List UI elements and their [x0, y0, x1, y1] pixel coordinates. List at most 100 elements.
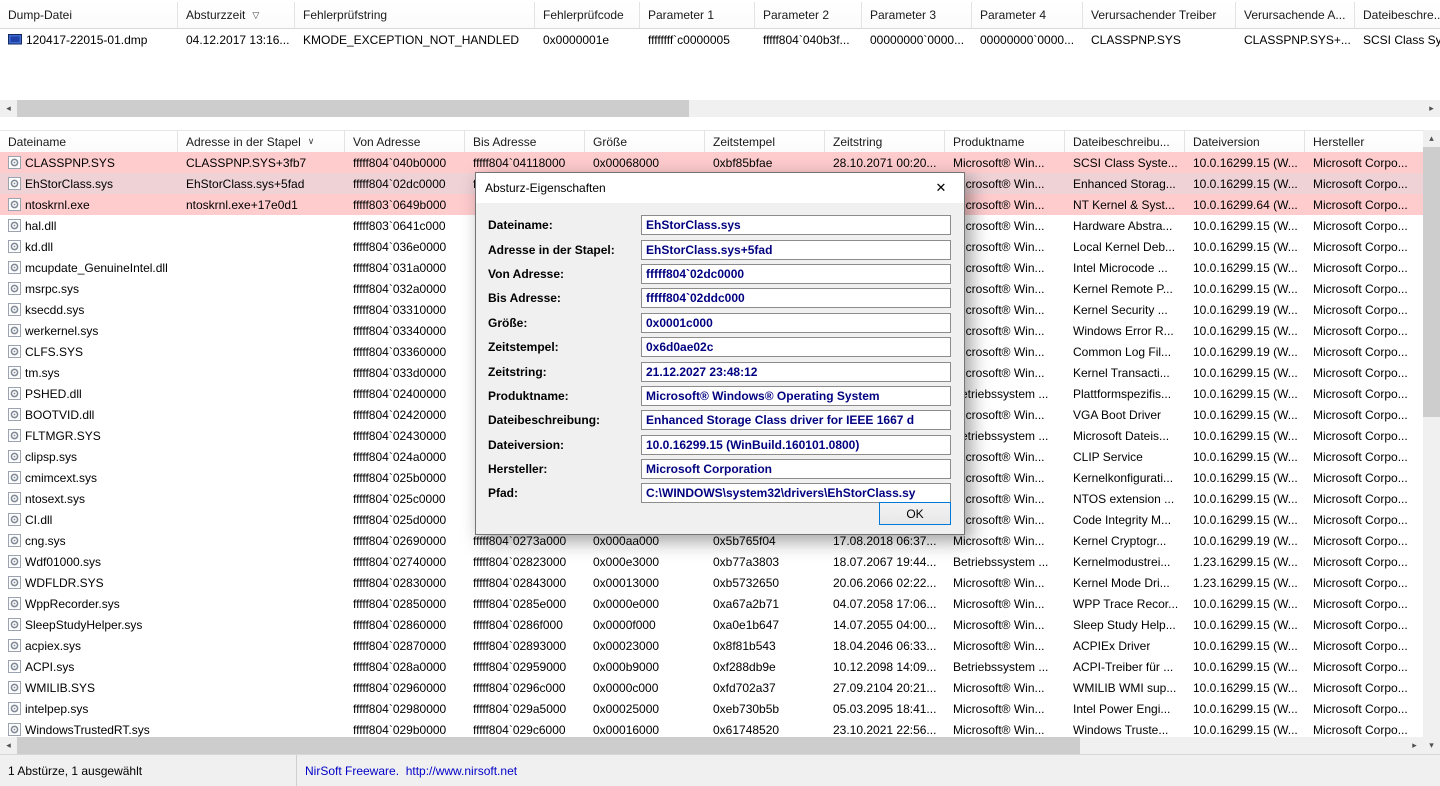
cell: [178, 530, 345, 551]
column-header-bis-adresse[interactable]: Bis Adresse: [465, 131, 585, 153]
field-value-box[interactable]: Enhanced Storage Class driver for IEEE 1…: [641, 410, 951, 431]
field-value-box[interactable]: 0x6d0ae02c: [641, 337, 951, 358]
field-value-box[interactable]: 10.0.16299.15 (WinBuild.160101.0800): [641, 434, 951, 455]
cell: 27.09.2104 20:21...: [825, 677, 945, 698]
table-row[interactable]: WindowsTrustedRT.sys fffff804`029b0000 fff…: [0, 719, 1423, 737]
field-value-box[interactable]: Microsoft® Windows® Operating System: [641, 385, 951, 406]
ok-button[interactable]: OK: [879, 502, 951, 525]
cell-text: 0xb77a3803: [713, 554, 780, 569]
column-header-verursachender-treiber[interactable]: Verursachender Treiber: [1083, 2, 1236, 29]
cell: [178, 299, 345, 320]
column-header-zeitstempel[interactable]: Zeitstempel: [705, 131, 825, 153]
scrollbar-thumb[interactable]: [17, 100, 689, 117]
column-header-verursachende-a[interactable]: Verursachende A...: [1236, 2, 1355, 29]
driver-file-icon: [8, 198, 21, 211]
upper-horizontal-scrollbar[interactable]: ◂ ▸: [0, 100, 1440, 117]
field-value-box[interactable]: C:\WINDOWS\system32\drivers\EhStorClass.…: [641, 483, 951, 504]
lower-horizontal-scrollbar[interactable]: ◂ ▸: [0, 737, 1423, 754]
scrollbar-thumb[interactable]: [17, 737, 1080, 754]
cell-text: fffff804`02893000: [473, 638, 567, 653]
column-header-dateiversion[interactable]: Dateiversion: [1185, 131, 1305, 153]
column-header-von-adresse[interactable]: Von Adresse: [345, 131, 465, 153]
field-value-box[interactable]: fffff804`02dc0000: [641, 263, 951, 284]
cell-text: Microsoft® Win...: [953, 344, 1045, 359]
scroll-down-icon[interactable]: ▾: [1423, 737, 1440, 754]
cell: Microsoft Corpo...: [1305, 152, 1423, 173]
status-bar: 1 Abstürze, 1 ausgewählt NirSoft Freewar…: [0, 754, 1440, 786]
column-header-absturzzeit[interactable]: Absturzzeit ▽: [178, 2, 295, 29]
cell: PSHED.dll: [0, 383, 178, 404]
column-header-dateibeschreibu[interactable]: Dateibeschreibu...: [1065, 131, 1185, 153]
cell-text: fffff804`02960000: [353, 680, 447, 695]
cell-text: 0x5b765f04: [713, 533, 776, 548]
column-header-label: Von Adresse: [353, 134, 421, 149]
field-value-box[interactable]: fffff804`02ddc000: [641, 288, 951, 309]
close-icon[interactable]: ✕: [919, 173, 963, 202]
column-header-fehlerpr-fcode[interactable]: Fehlerprüfcode: [535, 2, 640, 29]
column-header-adresse-in-der-stapel[interactable]: Adresse in der Stapel ∨: [178, 131, 345, 153]
field-value-box[interactable]: Microsoft Corporation: [641, 459, 951, 480]
table-row[interactable]: SleepStudyHelper.sys fffff804`02860000 fff…: [0, 614, 1423, 635]
scroll-right-icon[interactable]: ▸: [1423, 100, 1440, 117]
field-value-box[interactable]: EhStorClass.sys: [641, 215, 951, 236]
table-row[interactable]: WDFLDR.SYS fffff804`02830000 fffff804`0284…: [0, 572, 1423, 593]
cell-text: 10.0.16299.15 (W...: [1193, 218, 1298, 233]
cell-text: fffff804`03360000: [353, 344, 447, 359]
cell-text: 00000000`0000...: [980, 33, 1075, 47]
cell: [178, 320, 345, 341]
scroll-right-icon[interactable]: ▸: [1406, 737, 1423, 754]
cell: Wdf01000.sys: [0, 551, 178, 572]
scroll-up-icon[interactable]: ▴: [1423, 130, 1440, 147]
field-value-box[interactable]: 21.12.2027 23:48:12: [641, 361, 951, 382]
column-header-parameter-1[interactable]: Parameter 1: [640, 2, 755, 29]
cell: 0x000b9000: [585, 656, 705, 677]
cell: CLIP Service: [1065, 446, 1185, 467]
column-header-dateibeschre[interactable]: Dateibeschre...: [1355, 2, 1440, 29]
cell: 0xb77a3803: [705, 551, 825, 572]
scroll-left-icon[interactable]: ◂: [0, 737, 17, 754]
column-header-hersteller[interactable]: Hersteller: [1305, 131, 1430, 153]
cell-text: Microsoft® Win...: [953, 491, 1045, 506]
cell: 10.0.16299.15 (W...: [1185, 635, 1305, 656]
cell: 10.0.16299.15 (W...: [1185, 509, 1305, 530]
column-header-dateiname[interactable]: Dateiname: [0, 131, 178, 153]
field-value-box[interactable]: 0x0001c000: [641, 312, 951, 333]
column-header-label: Verursachender Treiber: [1091, 8, 1217, 22]
dialog-titlebar[interactable]: Absturz-Eigenschaften ✕: [476, 173, 964, 203]
cell: [178, 509, 345, 530]
scroll-left-icon[interactable]: ◂: [0, 100, 17, 117]
column-header-produktname[interactable]: Produktname: [945, 131, 1065, 153]
column-header-parameter-4[interactable]: Parameter 4: [972, 2, 1083, 29]
table-row[interactable]: CLASSPNP.SYS CLASSPNP.SYS+3fb7 fffff804`04…: [0, 152, 1423, 173]
table-row[interactable]: WMILIB.SYS fffff804`02960000 fffff804`0296…: [0, 677, 1423, 698]
field-value-box[interactable]: EhStorClass.sys+5fad: [641, 239, 951, 260]
column-header-dump-datei[interactable]: Dump-Datei: [0, 2, 178, 29]
table-row[interactable]: ACPI.sys fffff804`028a0000 fffff804`029590…: [0, 656, 1423, 677]
table-row[interactable]: 120417-22015-01.dmp 04.12.2017 13:16... KM…: [0, 29, 1440, 51]
cell: fffff804`0296c000: [465, 677, 585, 698]
cell-text: fffff804`025b0000: [353, 470, 447, 485]
driver-file-icon: [8, 282, 21, 295]
cell-text: Microsoft® Win...: [953, 470, 1045, 485]
scrollbar-thumb[interactable]: [1423, 147, 1440, 417]
table-row[interactable]: Wdf01000.sys fffff804`02740000 fffff804`02…: [0, 551, 1423, 572]
cell: NTOS extension ...: [1065, 488, 1185, 509]
cell: fffff804`02870000: [345, 635, 465, 656]
vertical-scrollbar[interactable]: ▴ ▾: [1423, 130, 1440, 754]
table-row[interactable]: WppRecorder.sys fffff804`02850000 fffff804…: [0, 593, 1423, 614]
cell: Enhanced Storag...: [1065, 173, 1185, 194]
cell-text: Betriebssystem ...: [953, 428, 1049, 443]
column-header-zeitstring[interactable]: Zeitstring: [825, 131, 945, 153]
table-row[interactable]: acpiex.sys fffff804`02870000 fffff804`0289…: [0, 635, 1423, 656]
column-header-parameter-2[interactable]: Parameter 2: [755, 2, 862, 29]
cell: 10.0.16299.19 (W...: [1185, 341, 1305, 362]
table-row[interactable]: intelpep.sys fffff804`02980000 fffff804`02…: [0, 698, 1423, 719]
cell: fffff804`03360000: [345, 341, 465, 362]
cell-text: Microsoft Corpo...: [1313, 239, 1408, 254]
cell: 0x0000f000: [585, 614, 705, 635]
status-nirsoft-link[interactable]: NirSoft Freeware. http://www.nirsoft.net: [297, 755, 517, 786]
column-header-gr-e[interactable]: Größe: [585, 131, 705, 153]
column-header-parameter-3[interactable]: Parameter 3: [862, 2, 972, 29]
cell-text: fffff804`02430000: [353, 428, 447, 443]
column-header-fehlerpr-fstring[interactable]: Fehlerprüfstring: [295, 2, 535, 29]
